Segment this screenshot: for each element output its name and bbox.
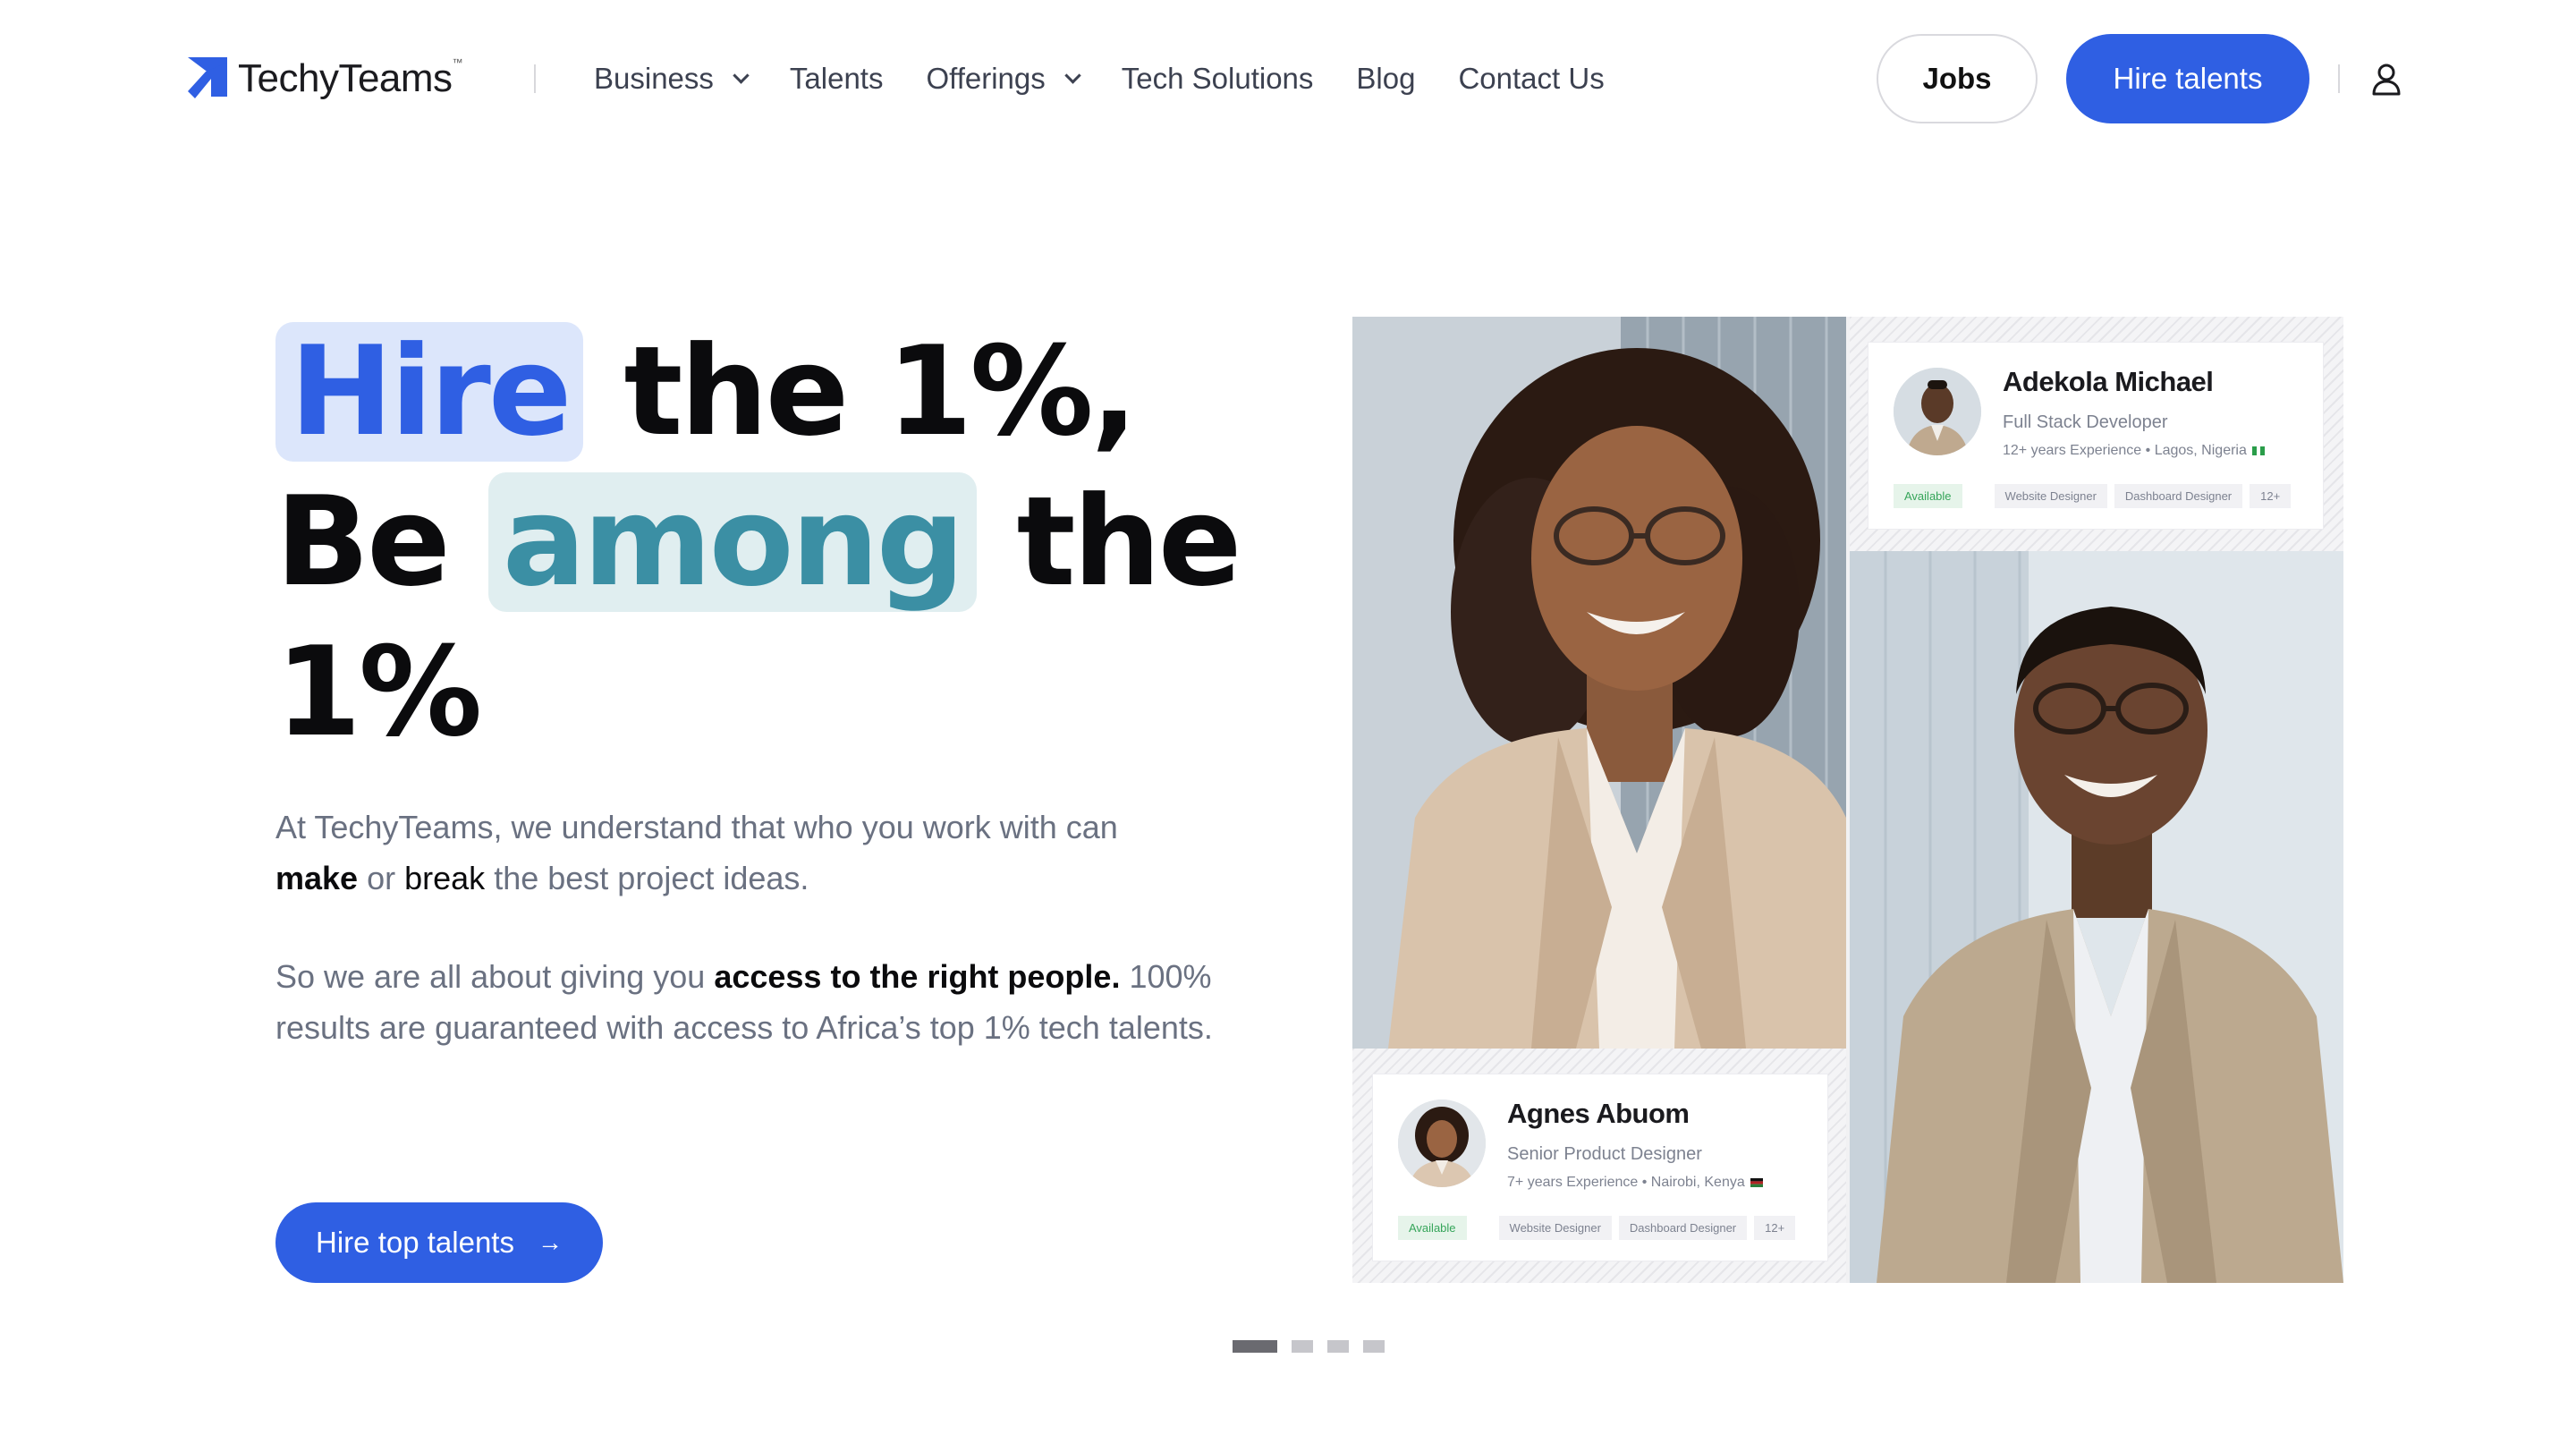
carousel-dot-3[interactable] bbox=[1327, 1340, 1349, 1353]
nav-item-offerings[interactable]: Offerings bbox=[926, 62, 1081, 96]
headline-text: the 1%, bbox=[623, 319, 1139, 463]
nav-item-contact-us[interactable]: Contact Us bbox=[1458, 62, 1604, 96]
main-menu: Business Talents Offerings Tech Solution… bbox=[594, 59, 1648, 98]
talent-card-agnes[interactable]: Agnes Abuom Senior Product Designer 7+ y… bbox=[1372, 1074, 1828, 1261]
kenya-flag-icon bbox=[1750, 1178, 1763, 1187]
card-frame-bottom: Agnes Abuom Senior Product Designer 7+ y… bbox=[1352, 1049, 1846, 1283]
top-navigation: TechyTeams™ Business Talents Offerings T… bbox=[0, 0, 2576, 157]
avatar bbox=[1398, 1100, 1486, 1187]
woman-photo bbox=[1352, 317, 1846, 1049]
emphasis-break: break bbox=[404, 860, 486, 896]
paragraph-text: At TechyTeams, we understand that who yo… bbox=[275, 809, 1118, 845]
paragraph-text: the best project ideas. bbox=[494, 860, 809, 896]
carousel-dot-2[interactable] bbox=[1292, 1340, 1313, 1353]
headline-line-2: Be among the bbox=[275, 467, 1349, 617]
headline-line-3: 1% bbox=[275, 617, 1349, 768]
skill-tag: Dashboard Designer bbox=[1618, 1216, 1748, 1240]
nav-item-label: Contact Us bbox=[1458, 62, 1605, 95]
cta-label: Hire top talents bbox=[316, 1226, 514, 1259]
talent-role: Senior Product Designer bbox=[1507, 1144, 1702, 1164]
paragraph-text: or bbox=[367, 860, 396, 896]
carousel-indicators bbox=[1233, 1340, 1385, 1353]
man-portrait-illustration bbox=[1850, 551, 2343, 1283]
skill-tag: Website Designer bbox=[1498, 1216, 1612, 1240]
talent-name: Agnes Abuom bbox=[1507, 1098, 1690, 1129]
nav-item-label: Tech Solutions bbox=[1121, 62, 1314, 95]
man-photo bbox=[1850, 551, 2343, 1283]
avatar-man-illustration bbox=[1894, 368, 1981, 455]
nav-item-business[interactable]: Business bbox=[594, 62, 750, 96]
hero-paragraph-2: So we are all about giving you access to… bbox=[275, 951, 1268, 1053]
brand-name: TechyTeams™ bbox=[238, 56, 463, 100]
card-frame-top: Adekola Michael Full Stack Developer 12+… bbox=[1850, 317, 2343, 551]
skill-tag: Website Designer bbox=[1994, 484, 2107, 508]
talent-meta-text: 12+ years Experience • Lagos, Nigeria bbox=[2003, 443, 2247, 458]
nav-divider bbox=[534, 64, 536, 93]
talent-role: Full Stack Developer bbox=[2003, 412, 2168, 432]
hero-paragraph-1: At TechyTeams, we understand that who yo… bbox=[275, 802, 1268, 904]
emphasis-right-people: access to the right people. bbox=[714, 958, 1121, 995]
avatar-woman-illustration bbox=[1398, 1100, 1486, 1187]
brand-logo[interactable]: TechyTeams™ bbox=[186, 52, 463, 106]
carousel-dot-4[interactable] bbox=[1363, 1340, 1385, 1353]
talent-name: Adekola Michael bbox=[2003, 366, 2214, 397]
emphasis-make: make bbox=[275, 860, 359, 896]
highlight-among: among bbox=[487, 472, 977, 612]
status-badge: Available bbox=[1894, 484, 1962, 508]
nigeria-flag-icon bbox=[2251, 446, 2265, 455]
woman-portrait-illustration bbox=[1352, 317, 1846, 1049]
paragraph-text: So we are all about giving you bbox=[275, 958, 706, 995]
chevron-down-icon bbox=[733, 66, 750, 84]
hire-talents-button[interactable]: Hire talents bbox=[2066, 34, 2309, 123]
nav-item-tech-solutions[interactable]: Tech Solutions bbox=[1122, 62, 1314, 96]
nav-item-label: Offerings bbox=[926, 62, 1046, 95]
nav-item-blog[interactable]: Blog bbox=[1356, 62, 1415, 96]
hero-headline: Hire the 1%, Be among the 1% bbox=[275, 317, 1349, 768]
talent-collage: Adekola Michael Full Stack Developer 12+… bbox=[1352, 317, 2343, 1283]
highlight-hire: Hire bbox=[275, 322, 584, 462]
arrow-right-icon: → bbox=[537, 1228, 563, 1256]
nav-divider bbox=[2338, 64, 2340, 93]
skill-tag: Dashboard Designer bbox=[2114, 484, 2243, 508]
nav-item-label: Business bbox=[594, 62, 714, 95]
hire-top-talents-button[interactable]: Hire top talents → bbox=[275, 1202, 603, 1283]
talent-card-adekola[interactable]: Adekola Michael Full Stack Developer 12+… bbox=[1868, 342, 2324, 530]
headline-text: Be bbox=[275, 470, 451, 614]
status-badge: Available bbox=[1398, 1216, 1467, 1240]
avatar bbox=[1894, 368, 1981, 455]
user-icon[interactable] bbox=[2368, 61, 2404, 97]
talent-tags: Available Website Designer Dashboard Des… bbox=[1894, 484, 2292, 508]
talent-meta-text: 7+ years Experience • Nairobi, Kenya bbox=[1507, 1175, 1745, 1190]
talent-meta: 7+ years Experience • Nairobi, Kenya bbox=[1507, 1175, 1763, 1191]
talent-meta: 12+ years Experience • Lagos, Nigeria bbox=[2003, 443, 2265, 459]
nav-item-label: Talents bbox=[789, 62, 884, 95]
talent-tags: Available Website Designer Dashboard Des… bbox=[1398, 1216, 1796, 1240]
chevron-down-icon bbox=[1064, 66, 1081, 84]
skill-tag: 12+ bbox=[1754, 1216, 1796, 1240]
headline-text: the bbox=[1016, 470, 1242, 614]
headline-line-1: Hire the 1%, bbox=[275, 317, 1349, 467]
headline-text: 1% bbox=[275, 620, 482, 764]
techyteams-logo-icon bbox=[188, 57, 227, 98]
skill-tag: 12+ bbox=[2250, 484, 2292, 508]
nav-item-label: Blog bbox=[1356, 62, 1416, 95]
jobs-button[interactable]: Jobs bbox=[1877, 34, 2038, 123]
nav-item-talents[interactable]: Talents bbox=[790, 62, 884, 96]
carousel-dot-1[interactable] bbox=[1233, 1340, 1277, 1353]
